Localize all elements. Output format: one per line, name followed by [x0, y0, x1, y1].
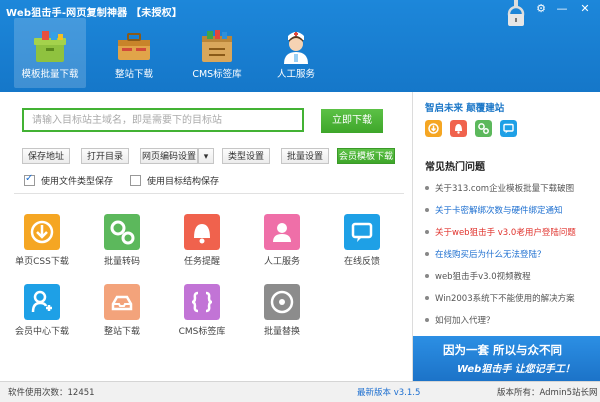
tab-site-download[interactable]: 整站下载	[98, 18, 170, 88]
tab-manual-service[interactable]: 人工服务	[260, 18, 332, 88]
faq-text: 如何加入代理？	[435, 316, 495, 326]
tile-label: 人工服务	[263, 257, 300, 267]
tile-task-reminder[interactable]: 任务提醒	[166, 214, 238, 267]
tile-batch-replace[interactable]: 批量替换	[246, 284, 318, 337]
nurse-icon	[284, 32, 308, 64]
encoding-dropdown-arrow[interactable]: ▾	[198, 148, 214, 164]
faq-text: Win2003系统下不能使用的解决方案	[435, 294, 575, 304]
faq-text: 关于卡密解绑次数与硬件绑定通知	[435, 206, 563, 216]
toolbox-icon	[118, 33, 150, 60]
chat-bubble-icon	[344, 214, 380, 250]
faq-link[interactable]: 关于web狙击手 v3.0老用户登陆问题	[425, 226, 576, 238]
tab-label: CMS标签库	[192, 69, 242, 80]
use-target-structure-label: 使用目标结构保存	[147, 177, 220, 187]
gears-icon	[104, 214, 140, 250]
divider	[14, 193, 404, 194]
member-template-download-button[interactable]: 会员模板下载	[337, 148, 395, 164]
minimize-button[interactable]: —	[553, 1, 571, 17]
use-file-type-checkbox[interactable]	[24, 173, 35, 186]
bullet-dot	[425, 229, 429, 234]
braces-icon	[184, 284, 220, 320]
tile-cms-tags[interactable]: CMS标签库	[166, 284, 238, 337]
tab-label: 整站下载	[114, 69, 153, 80]
bell-social-icon[interactable]	[450, 120, 467, 137]
brand-slogan: 智启未来 颠覆建站	[425, 103, 505, 114]
download-now-button[interactable]: 立即下载	[321, 109, 383, 133]
download-circle-icon	[24, 214, 60, 250]
tile-label: 整站下载	[103, 327, 140, 337]
close-button[interactable]: ✕	[576, 1, 594, 17]
faq-text: 关于web狙击手 v3.0老用户登陆问题	[435, 228, 576, 238]
faq-link[interactable]: 在线购买后为什么无法登陆？	[425, 248, 546, 260]
tile-label: 单页CSS下载	[15, 257, 69, 267]
bullet-dot	[425, 251, 429, 256]
user-icon	[264, 214, 300, 250]
tile-site-download[interactable]: 整站下载	[86, 284, 158, 337]
download-social-icon[interactable]	[425, 120, 442, 137]
tab-label: 模板批量下载	[21, 69, 79, 80]
tray-icon	[104, 284, 140, 320]
tile-batch-transcode[interactable]: 批量转码	[86, 214, 158, 267]
latest-version[interactable]: 最新版本 v3.1.5	[357, 386, 420, 398]
usage-count: 软件使用次数：12451	[8, 388, 95, 398]
use-target-structure-option[interactable]: 使用目标结构保存	[130, 174, 219, 187]
faq-link[interactable]: 如何加入代理？	[425, 314, 495, 326]
faq-link[interactable]: web狙击手v3.0视频教程	[425, 270, 531, 282]
encoding-settings-button[interactable]: 网页编码设置	[140, 148, 198, 164]
right-panel: 智启未来 颠覆建站 常见热门问题 关于313.com企业模板批量下载破图 关于卡…	[412, 92, 600, 381]
bullet-dot	[425, 185, 429, 190]
tile-label: 批量替换	[263, 327, 300, 337]
tile-label: 批量转码	[103, 257, 140, 267]
tile-single-page-css[interactable]: 单页CSS下载	[6, 214, 78, 267]
tile-label: CMS标签库	[178, 327, 226, 337]
window-title: Web狙击手-网页复制神器 【未授权】	[6, 8, 183, 19]
tab-template-batch-download[interactable]: 模板批量下载	[14, 18, 86, 88]
tile-manual-service[interactable]: 人工服务	[246, 214, 318, 267]
faq-link[interactable]: 关于313.com企业模板批量下载破图	[425, 182, 574, 194]
chat-social-icon[interactable]	[500, 120, 517, 137]
tile-online-feedback[interactable]: 在线反馈	[326, 214, 398, 267]
tile-label: 在线反馈	[343, 257, 380, 267]
use-file-type-option[interactable]: 使用文件类型保存	[24, 173, 114, 187]
bullet-dot	[425, 273, 429, 278]
lock-icon[interactable]	[505, 0, 527, 28]
gear-social-icon[interactable]	[475, 120, 492, 137]
faq-link[interactable]: Win2003系统下不能使用的解决方案	[425, 292, 575, 304]
status-bar: 软件使用次数：12451 最新版本 v3.1.5 版本所有：Admin5站长网	[0, 381, 600, 402]
tab-cms-tags[interactable]: CMS标签库	[181, 18, 253, 88]
tile-label: 任务提醒	[183, 257, 220, 267]
member-icon	[24, 284, 60, 320]
banner-headline: 因为一套 所以与众不同	[443, 343, 563, 357]
bullet-dot	[425, 317, 429, 322]
open-directory-button[interactable]: 打开目录	[81, 148, 129, 164]
hot-questions-title: 常见热门问题	[425, 162, 485, 173]
tab-label: 人工服务	[276, 69, 315, 80]
tile-label: 会员中心下载	[14, 327, 69, 337]
bullet-dot	[425, 295, 429, 300]
template-box-icon	[34, 31, 66, 62]
type-settings-button[interactable]: 类型设置	[222, 148, 270, 164]
bullet-dot	[425, 207, 429, 212]
save-path-button[interactable]: 保存地址	[22, 148, 70, 164]
copyright-text: 版本所有：Admin5站长网	[497, 388, 598, 398]
use-file-type-label: 使用文件类型保存	[41, 177, 114, 187]
settings-icon[interactable]: ⚙	[532, 1, 550, 17]
app-header: Web狙击手-网页复制神器 【未授权】 ⚙ — ✕ 模板批量下载 整站下载 CM…	[0, 0, 600, 92]
faq-text: 在线购买后为什么无法登陆？	[435, 250, 546, 260]
disc-icon	[264, 284, 300, 320]
faq-text: 关于313.com企业模板批量下载破图	[435, 184, 575, 194]
faq-link[interactable]: 关于卡密解绑次数与硬件绑定通知	[425, 204, 563, 216]
use-target-structure-checkbox[interactable]	[130, 175, 141, 186]
main-panel: 立即下载 保存地址 打开目录 网页编码设置 ▾ 类型设置 批量设置 会员模板下载…	[0, 92, 412, 381]
batch-settings-button[interactable]: 批量设置	[281, 148, 329, 164]
tile-member-center-download[interactable]: 会员中心下载	[6, 284, 78, 337]
cabinet-icon	[202, 30, 232, 62]
bell-icon	[184, 214, 220, 250]
banner-tagline: Web狙击手 让您记手工！	[457, 364, 575, 375]
promo-banner[interactable]: 因为一套 所以与众不同 Web狙击手 让您记手工！	[413, 336, 600, 381]
faq-text: web狙击手v3.0视频教程	[435, 272, 531, 282]
target-url-input[interactable]	[22, 108, 304, 132]
